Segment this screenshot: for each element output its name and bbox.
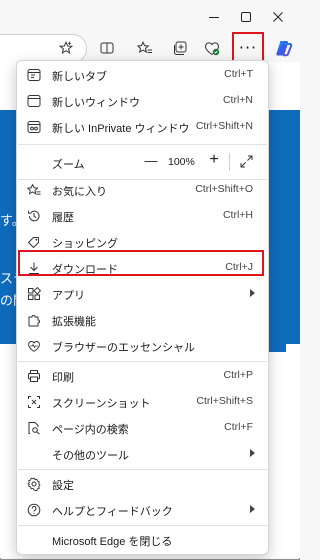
menu-label: ショッピング <box>52 238 118 250</box>
find-on-page-icon <box>27 421 41 435</box>
menu-divider <box>18 361 267 362</box>
menu-item-more-tools[interactable]: その他のツール <box>18 442 267 466</box>
menu-label: 拡張機能 <box>52 316 96 328</box>
minimize-icon[interactable] <box>200 6 228 28</box>
menu-shortcut: Ctrl+P <box>223 369 253 381</box>
printer-icon <box>27 369 41 383</box>
new-window-icon <box>27 94 41 108</box>
menu-divider <box>18 525 267 526</box>
menu-item-extensions[interactable]: 拡張機能 <box>18 308 267 332</box>
settings-menu: 新しいタブ Ctrl+T 新しいウィンドウ Ctrl+N 新しい InPriva… <box>16 60 269 555</box>
menu-item-history[interactable]: 履歴 Ctrl+H <box>18 204 267 228</box>
chevron-right-icon <box>250 449 255 457</box>
menu-label: 履歴 <box>52 212 74 224</box>
menu-label: 新しいタブ <box>52 71 107 83</box>
browser-essentials-icon <box>27 339 41 353</box>
menu-item-favorites[interactable]: お気に入り Ctrl+Shift+O <box>18 178 267 202</box>
menu-item-find-on-page[interactable]: ページ内の検索 Ctrl+F <box>18 416 267 440</box>
zoom-in-button[interactable]: + <box>205 151 223 169</box>
menu-item-zoom: ズーム — 100% + <box>18 147 267 177</box>
gear-icon <box>27 477 41 491</box>
screenshot-icon <box>27 395 41 409</box>
menu-label: お気に入り <box>52 186 107 198</box>
close-icon[interactable] <box>264 6 292 28</box>
menu-label: その他のツール <box>52 450 129 462</box>
menu-item-browser-essentials[interactable]: ブラウザーのエッセンシャル <box>18 334 267 358</box>
settings-and-more-icon[interactable]: ··· <box>232 32 264 62</box>
menu-divider <box>18 469 267 470</box>
menu-shortcut: Ctrl+F <box>224 421 253 433</box>
apps-icon <box>27 287 41 301</box>
menu-label: 新しいウィンドウ <box>52 97 140 109</box>
zoom-label: ズーム <box>52 159 85 171</box>
address-bar[interactable] <box>0 34 87 63</box>
chevron-right-icon <box>250 289 255 297</box>
menu-label: Microsoft Edge を閉じる <box>52 536 173 548</box>
more-label: ··· <box>238 37 258 57</box>
downloads-highlight <box>18 250 264 276</box>
favorites-icon <box>27 183 41 197</box>
menu-item-help-feedback[interactable]: ヘルプとフィードバック <box>18 498 267 522</box>
menu-shortcut: Ctrl+Shift+S <box>196 395 253 407</box>
browser-essentials-icon[interactable] <box>200 36 224 60</box>
zoom-divider <box>229 153 230 171</box>
menu-shortcut: Ctrl+Shift+N <box>195 120 253 132</box>
menu-label: ページ内の検索 <box>52 424 129 436</box>
page-banner-edge <box>266 186 286 352</box>
menu-label: 設定 <box>52 480 74 492</box>
menu-label: アプリ <box>52 290 85 302</box>
menu-shortcut: Ctrl+T <box>224 68 253 80</box>
maximize-icon[interactable] <box>232 6 260 28</box>
menu-label: ブラウザーのエッセンシャル <box>52 342 195 354</box>
menu-shortcut: Ctrl+N <box>222 94 253 106</box>
title-bar <box>0 0 300 34</box>
menu-label: スクリーンショット <box>52 398 151 410</box>
chevron-right-icon <box>250 505 255 513</box>
menu-item-new-tab[interactable]: 新しいタブ Ctrl+T <box>18 63 267 87</box>
menu-item-close-edge[interactable]: Microsoft Edge を閉じる <box>18 528 267 552</box>
inprivate-icon <box>27 120 41 134</box>
menu-item-new-inprivate-window[interactable]: 新しい InPrivate ウィンドウ Ctrl+Shift+N <box>18 115 267 139</box>
help-icon <box>27 503 41 517</box>
menu-label: 新しい InPrivate ウィンドウ <box>52 123 190 135</box>
menu-item-apps[interactable]: アプリ <box>18 282 267 306</box>
collections-icon[interactable] <box>168 36 192 60</box>
menu-item-print[interactable]: 印刷 Ctrl+P <box>18 364 267 388</box>
browser-toolbar: ··· <box>0 32 300 63</box>
menu-item-settings[interactable]: 設定 <box>18 472 267 496</box>
menu-label: 印刷 <box>52 372 74 384</box>
new-tab-icon <box>27 68 41 82</box>
shopping-tag-icon <box>27 235 41 249</box>
split-screen-icon[interactable] <box>95 36 119 60</box>
full-screen-icon[interactable] <box>240 155 253 168</box>
menu-label: ヘルプとフィードバック <box>52 506 173 518</box>
extensions-puzzle-icon <box>27 313 41 327</box>
menu-shortcut: Ctrl+Shift+O <box>195 183 253 195</box>
favorite-star-icon[interactable] <box>54 36 78 60</box>
menu-divider <box>18 144 267 145</box>
history-icon <box>27 209 41 223</box>
zoom-value: 100% <box>168 156 195 168</box>
copilot-icon[interactable] <box>272 36 296 60</box>
menu-item-screenshot[interactable]: スクリーンショット Ctrl+Shift+S <box>18 390 267 414</box>
favorites-icon[interactable] <box>133 36 157 60</box>
menu-shortcut: Ctrl+H <box>222 209 253 221</box>
zoom-out-button[interactable]: — <box>142 153 160 168</box>
menu-item-new-window[interactable]: 新しいウィンドウ Ctrl+N <box>18 89 267 113</box>
